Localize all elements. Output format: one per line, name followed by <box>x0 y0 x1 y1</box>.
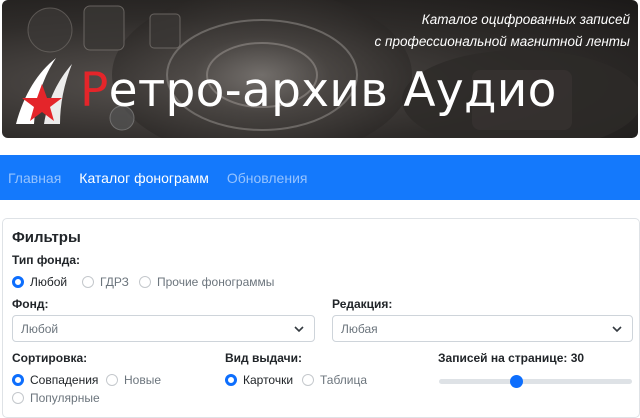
per-page-slider[interactable] <box>439 374 632 388</box>
view-mode-label: Вид выдачи: <box>225 351 302 365</box>
fund-type-radio-gdrz[interactable]: ГДРЗ <box>82 275 129 289</box>
radio-unchecked-icon <box>106 374 118 386</box>
sort-label: Сортировка: <box>12 351 88 365</box>
site-title: Ретро-архив Аудио <box>80 62 557 120</box>
radio-label: Прочие фонограммы <box>157 275 275 289</box>
edition-label: Редакция: <box>332 297 393 311</box>
radio-label: ГДРЗ <box>100 275 129 289</box>
radio-label: Популярные <box>30 391 100 405</box>
view-radio-table[interactable]: Таблица <box>302 373 367 387</box>
radio-label: Карточки <box>243 373 294 387</box>
nav-link-updates[interactable]: Обновления <box>227 170 308 186</box>
radio-checked-icon <box>225 374 237 386</box>
nav-link-home[interactable]: Главная <box>8 170 61 186</box>
filters-title: Фильтры <box>12 229 81 246</box>
view-radio-cards[interactable]: Карточки <box>225 373 293 387</box>
slider-thumb[interactable] <box>510 375 524 388</box>
radio-unchecked-icon <box>82 276 94 288</box>
slider-track <box>439 379 632 384</box>
fund-type-radio-any[interactable]: Любой <box>12 275 67 289</box>
sort-radio-new[interactable]: Новые <box>106 373 161 387</box>
radio-label: Любой <box>30 275 68 289</box>
radio-unchecked-icon <box>302 374 314 386</box>
header-banner: Ретро-архив Аудио Каталог оцифрованных з… <box>2 0 638 138</box>
tagline-line-2: с профессиональной магнитной ленты <box>374 34 630 49</box>
sort-radio-popular[interactable]: Популярные <box>12 391 100 405</box>
per-page-label: Записей на странице: 30 <box>438 351 585 365</box>
chevron-down-icon <box>294 326 304 333</box>
radio-unchecked-icon <box>12 392 24 404</box>
site-tagline: Каталог оцифрованных записей с профессио… <box>330 9 630 53</box>
chevron-down-icon <box>612 326 622 333</box>
radio-checked-icon <box>12 374 24 386</box>
site-title-initial: Р <box>80 63 109 118</box>
sort-radio-relevance[interactable]: Совпадения <box>12 373 98 387</box>
fund-label: Фонд: <box>12 297 49 311</box>
main-navbar: Главная Каталог фонограмм Обновления <box>0 155 640 200</box>
fund-type-radio-other[interactable]: Прочие фонограммы <box>139 275 274 289</box>
radio-unchecked-icon <box>139 276 151 288</box>
radio-label: Совпадения <box>30 373 99 387</box>
radio-checked-icon <box>12 276 24 288</box>
filters-panel: Фильтры Тип фонда: Любой ГДРЗ Прочие фон… <box>2 218 640 418</box>
radio-tower-logo-icon <box>16 58 72 124</box>
fund-select[interactable]: Любой <box>12 315 315 342</box>
nav-link-catalog[interactable]: Каталог фонограмм <box>79 170 209 186</box>
edition-select-value: Любая <box>341 321 378 336</box>
radio-label: Таблица <box>320 373 368 387</box>
edition-select[interactable]: Любая <box>332 315 633 342</box>
fund-type-label: Тип фонда: <box>12 253 81 267</box>
tagline-line-1: Каталог оцифрованных записей <box>421 12 630 27</box>
site-title-rest: етро-архив Аудио <box>108 63 557 118</box>
radio-label: Новые <box>124 373 162 387</box>
fund-select-value: Любой <box>21 321 59 336</box>
